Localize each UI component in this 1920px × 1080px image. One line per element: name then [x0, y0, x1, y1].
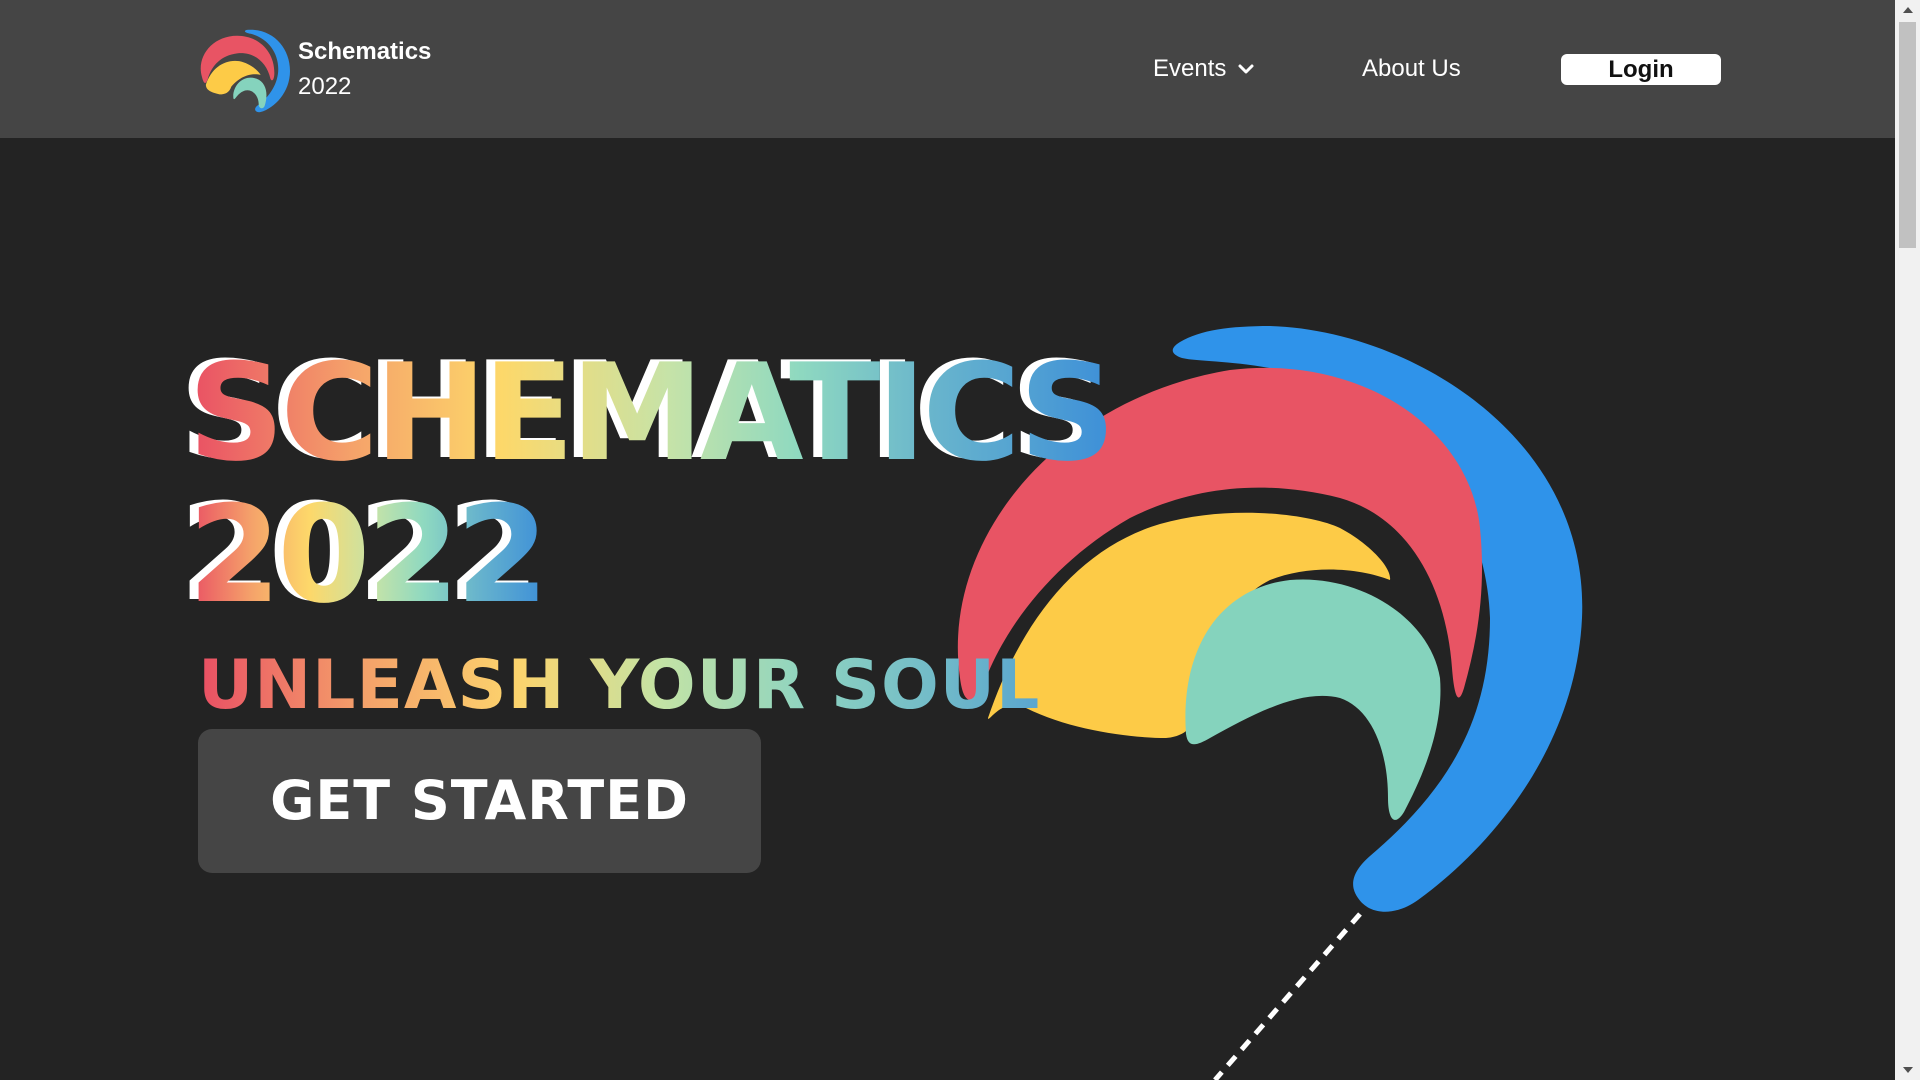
- hero-title-line-2-wrap: 2022 2022: [179, 482, 1112, 626]
- nav-events-dropdown[interactable]: Events: [1153, 52, 1256, 86]
- chevron-down-icon: [1238, 64, 1254, 74]
- hero-title-line-1: SCHEMATICS: [188, 335, 1116, 491]
- scroll-down-button[interactable]: [1895, 1060, 1920, 1080]
- hero-tagline: UNLEASH YOUR SOUL: [198, 644, 1040, 728]
- top-navbar: Schematics 2022 Events About Us Login: [0, 0, 1895, 138]
- dashed-line-decoration: [1213, 912, 1362, 1080]
- hero-title-line-2: 2022: [188, 477, 549, 633]
- arrow-down-icon: [1902, 1067, 1913, 1073]
- login-button[interactable]: Login: [1561, 54, 1721, 85]
- page: Schematics 2022 Events About Us Login SC…: [0, 0, 1920, 1080]
- scrollbar-thumb[interactable]: [1899, 22, 1916, 248]
- arrow-up-icon: [1902, 7, 1913, 13]
- get-started-button[interactable]: GET STARTED: [198, 729, 761, 873]
- hero-title: SCHEMATICS SCHEMATICS 2022 2022: [179, 340, 1116, 626]
- nav-about-us-link[interactable]: About Us: [1362, 52, 1461, 86]
- logo-teal-arc: [1185, 579, 1441, 820]
- nav-events-label: Events: [1153, 55, 1227, 82]
- scroll-up-button[interactable]: [1895, 0, 1920, 20]
- hero-title-line-1-wrap: SCHEMATICS SCHEMATICS: [179, 340, 1116, 484]
- vertical-scrollbar[interactable]: [1895, 0, 1920, 1080]
- nav-about-label: About Us: [1362, 55, 1461, 82]
